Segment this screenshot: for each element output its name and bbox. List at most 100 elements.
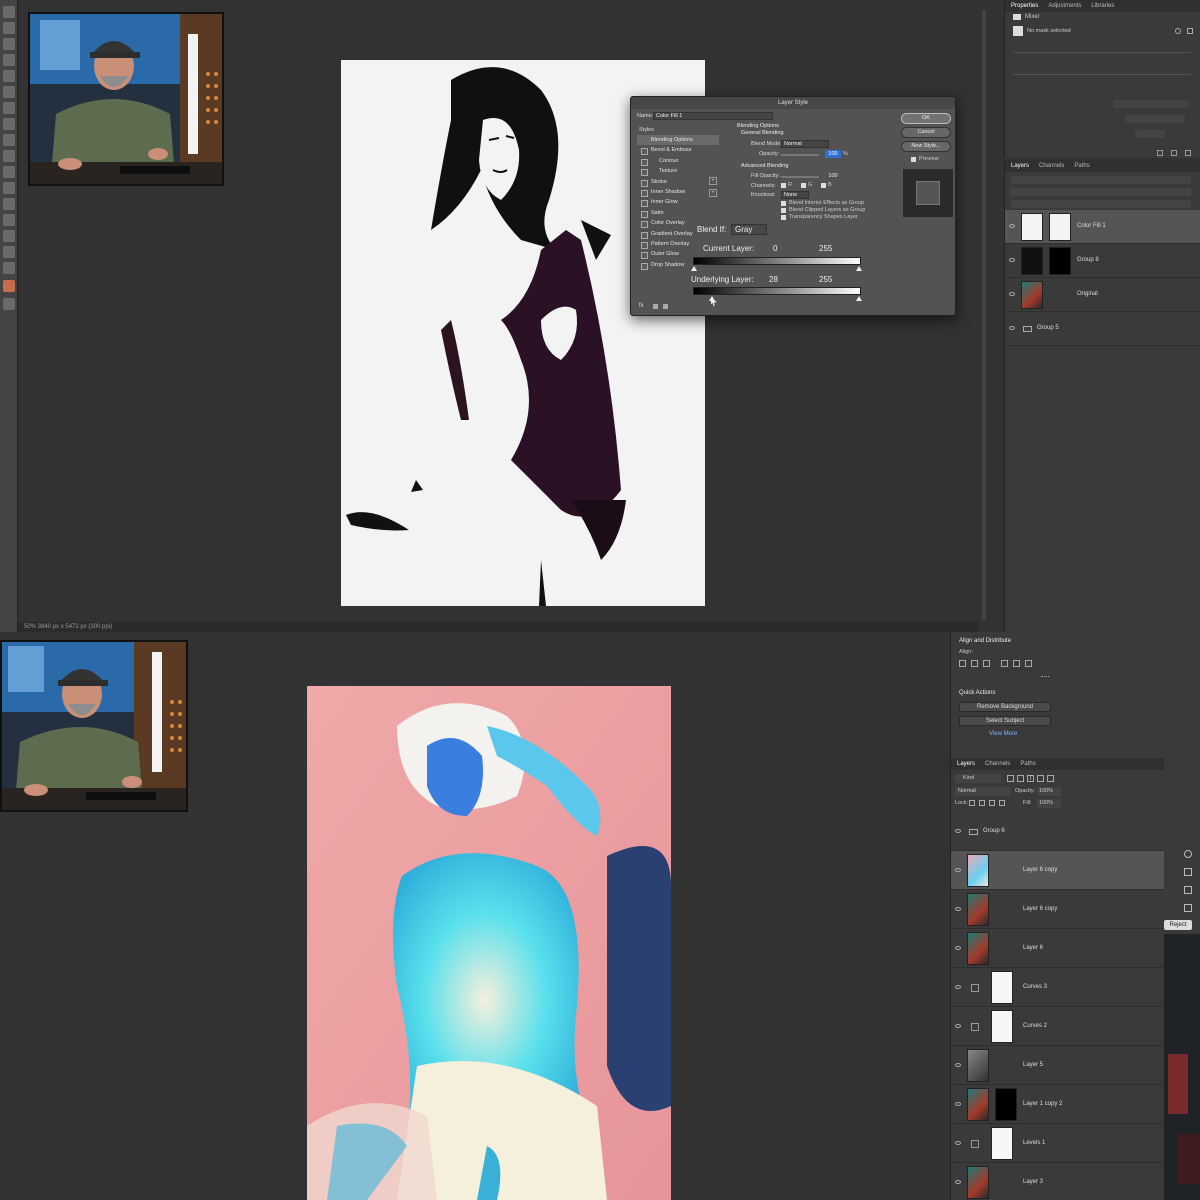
eye-icon[interactable]: [955, 1179, 961, 1184]
gradient-tool-icon[interactable]: [3, 182, 15, 194]
zoom-tool-icon[interactable]: [3, 262, 15, 274]
folder-icon[interactable]: [1023, 326, 1032, 332]
opt3-checkbox[interactable]: [781, 215, 786, 220]
eraser-tool-icon[interactable]: [3, 166, 15, 178]
blend-mode-select[interactable]: Normal: [781, 140, 829, 148]
lock-transparent-icon[interactable]: [969, 800, 975, 806]
eye-icon[interactable]: [955, 828, 961, 833]
layer-row[interactable]: Curves 2: [951, 1007, 1165, 1046]
properties-button[interactable]: [1113, 100, 1189, 108]
more-options-icon[interactable]: [1041, 676, 1049, 679]
color-swatch-icon[interactable]: [3, 280, 15, 292]
filter-pixel-icon[interactable]: [1007, 775, 1014, 782]
layer-mask-thumbnail[interactable]: [995, 1088, 1017, 1121]
delete-effect-icon[interactable]: [663, 304, 668, 309]
select-subject-button[interactable]: Select Subject: [959, 716, 1051, 726]
filter-smart-object-icon[interactable]: [1047, 775, 1054, 782]
lock-fill-bar[interactable]: [1011, 200, 1191, 208]
layer-row[interactable]: Color Fill 1: [1005, 210, 1200, 244]
lock-image-icon[interactable]: [979, 800, 985, 806]
lock-all-icon[interactable]: [999, 800, 1005, 806]
style-item-stroke[interactable]: Stroke: [637, 177, 719, 187]
brush-tool-icon[interactable]: [3, 118, 15, 130]
align-middle-icon[interactable]: [1013, 660, 1020, 667]
type-tool-icon[interactable]: [3, 230, 15, 242]
fill-field[interactable]: 100%: [1037, 799, 1061, 808]
channel-g-checkbox[interactable]: [801, 183, 806, 188]
opacity-value-field[interactable]: 100: [825, 150, 841, 158]
tab-properties[interactable]: Properties: [1011, 0, 1038, 12]
eye-icon[interactable]: [955, 906, 961, 911]
align-right-icon[interactable]: [983, 660, 990, 667]
filter-shape-icon[interactable]: [1037, 775, 1044, 782]
remove-background-button[interactable]: Remove Background: [959, 702, 1051, 712]
filter-adjustment-icon[interactable]: [1017, 775, 1024, 782]
properties-footer-icon[interactable]: [1157, 150, 1163, 156]
eye-icon[interactable]: [955, 1140, 961, 1145]
tool-icon[interactable]: [1184, 886, 1192, 894]
eye-icon[interactable]: [1009, 292, 1015, 296]
dodge-tool-icon[interactable]: [3, 198, 15, 210]
eye-icon[interactable]: [955, 1062, 961, 1067]
style-item-satin[interactable]: Satin: [637, 208, 719, 219]
eye-icon[interactable]: [955, 1101, 961, 1106]
document-canvas-inverted-portrait[interactable]: [307, 686, 671, 1200]
fill-opacity-value[interactable]: 100: [825, 172, 841, 180]
style-item-blending-options[interactable]: Blending Options: [637, 135, 719, 146]
style-item-bevel[interactable]: Bevel & Emboss: [637, 145, 719, 156]
preview-checkbox[interactable]: [911, 157, 916, 162]
style-item-inner-shadow[interactable]: Inner Shadow: [637, 187, 719, 198]
pen-tool-icon[interactable]: [3, 214, 15, 226]
current-layer-black-slider[interactable]: [691, 266, 697, 271]
layer-row[interactable]: Layer 3: [951, 1163, 1165, 1200]
current-layer-white-slider[interactable]: [856, 266, 862, 271]
tab-channels[interactable]: Channels: [1039, 160, 1064, 172]
properties-button[interactable]: [1125, 115, 1185, 123]
move-tool-icon[interactable]: [3, 6, 15, 18]
move-up-icon[interactable]: [653, 304, 658, 309]
hand-tool-icon[interactable]: [3, 246, 15, 258]
fx-icon[interactable]: fx: [639, 303, 644, 309]
align-top-icon[interactable]: [1001, 660, 1008, 667]
stamp-tool-icon[interactable]: [3, 134, 15, 146]
folder-icon[interactable]: [969, 828, 978, 835]
properties-button[interactable]: [1135, 130, 1165, 138]
quick-mask-icon[interactable]: [3, 298, 15, 310]
history-brush-tool-icon[interactable]: [3, 150, 15, 162]
top-vertical-scrollbar[interactable]: [982, 10, 986, 620]
opacity-slider[interactable]: [781, 154, 819, 156]
underlying-layer-white-slider[interactable]: [856, 296, 862, 301]
tab-layers[interactable]: Layers: [1011, 160, 1029, 172]
kind-filter-select[interactable]: Kind: [955, 774, 1001, 783]
eyedropper-tool-icon[interactable]: [3, 86, 15, 98]
properties-footer-icon[interactable]: [1185, 150, 1191, 156]
eye-icon[interactable]: [1009, 326, 1015, 330]
knockout-select[interactable]: None: [781, 191, 809, 199]
layer-row[interactable]: Group 8: [1005, 244, 1200, 278]
crop-tool-icon[interactable]: [3, 70, 15, 82]
layer-opacity-field[interactable]: 100%: [1037, 787, 1061, 796]
visibility-icon[interactable]: [1175, 28, 1181, 34]
layer-blend-mode-select[interactable]: Normal: [955, 787, 1011, 796]
eye-icon[interactable]: [955, 867, 961, 872]
layer-row[interactable]: Group 6: [951, 812, 1165, 851]
opt2-checkbox[interactable]: [781, 208, 786, 213]
tool-icon[interactable]: [1184, 904, 1192, 912]
tab-libraries[interactable]: Libraries: [1091, 0, 1114, 12]
blend-opacity-bar[interactable]: [1011, 188, 1191, 196]
layer-row[interactable]: Layer 6: [951, 929, 1165, 968]
channel-r-checkbox[interactable]: [781, 183, 786, 188]
layer-row[interactable]: Layer 1 copy 2: [951, 1085, 1165, 1124]
eye-icon[interactable]: [1009, 224, 1015, 228]
layer-filter-bar[interactable]: [1011, 176, 1191, 184]
eye-icon[interactable]: [1009, 258, 1015, 262]
layer-row[interactable]: Original: [1005, 278, 1200, 312]
properties-footer-icon[interactable]: [1171, 150, 1177, 156]
channel-b-checkbox[interactable]: [821, 183, 826, 188]
tab-paths[interactable]: Paths: [1020, 758, 1035, 770]
add-inner-shadow-icon[interactable]: +: [709, 189, 717, 197]
view-more-link[interactable]: View More: [989, 731, 1017, 737]
style-item-texture[interactable]: Texture: [637, 166, 719, 177]
link-icon[interactable]: [1187, 28, 1193, 34]
layer-row[interactable]: Group 5: [1005, 312, 1200, 346]
